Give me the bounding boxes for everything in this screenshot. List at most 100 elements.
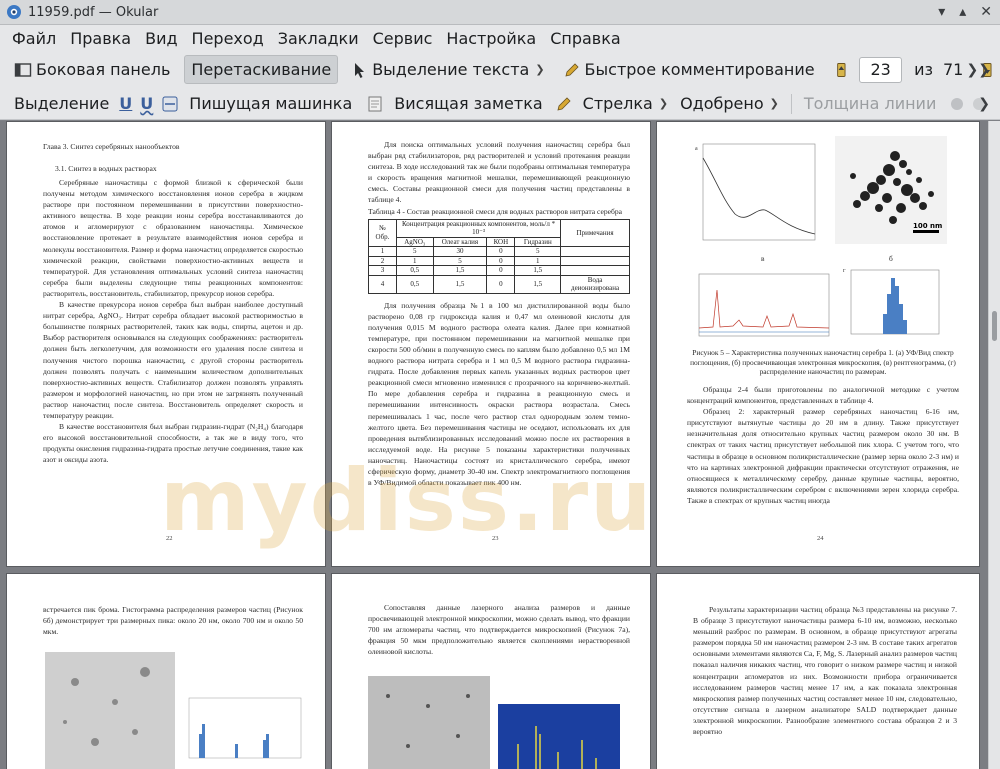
eds-spectrum-figure: [498, 704, 620, 769]
highlight-button[interactable]: Выделение: [8, 90, 115, 117]
pdf-page-23: Для поиска оптимальных условий получения…: [331, 121, 651, 567]
pointer-icon: [355, 62, 365, 78]
paragraph: В качестве прекурсора ионов серебра был …: [43, 300, 303, 420]
pdf-page-27: Результаты характеризации частиц образца…: [656, 573, 980, 769]
size-histogram-figure: [188, 697, 302, 759]
drag-mode-button[interactable]: Перетаскивание: [184, 55, 339, 84]
menu-bookmarks[interactable]: Закладки: [271, 29, 366, 48]
arrow-tool-button[interactable]: Стрелка ❯: [577, 90, 674, 117]
text-select-button[interactable]: Выделение текста ❯: [344, 56, 550, 83]
table-title: Таблица 4 - Состав реакционной смеси для…: [368, 206, 623, 216]
menu-go[interactable]: Переход: [185, 29, 271, 48]
main-toolbar: Боковая панель Перетаскивание Выделение …: [0, 51, 1000, 88]
section-heading: 3.1. Синтез в водных растворах: [55, 164, 157, 173]
table-header: Гидразин: [514, 236, 562, 248]
table-row: 3 0,5 1,5 0 1,5: [368, 265, 630, 276]
scrollbar-thumb[interactable]: [992, 311, 997, 341]
size-distribution-figure: г: [843, 268, 940, 335]
menu-settings[interactable]: Настройка: [439, 29, 543, 48]
okular-app-icon: [7, 5, 21, 19]
table-cell: 0: [486, 246, 516, 257]
composition-table: № Обр. Концентрация реакционных компонен…: [368, 218, 630, 294]
sidebar-button[interactable]: Боковая панель: [8, 56, 176, 83]
menu-view[interactable]: Вид: [138, 29, 184, 48]
page-number: 23: [492, 535, 499, 542]
stamp-button[interactable]: Одобрено ❯: [674, 90, 785, 117]
menu-edit[interactable]: Правка: [63, 29, 138, 48]
window-title: 11959.pdf — Okular: [28, 4, 159, 20]
annotation-toolbar: Выделение U U Пишущая машинка Висящая за…: [0, 88, 1000, 120]
table-cell: Вода деионизирована: [560, 274, 630, 294]
menubar: Файл Правка Вид Переход Закладки Сервис …: [0, 25, 1000, 51]
squiggle-underline-icon[interactable]: U: [136, 94, 157, 113]
table-cell: 0: [486, 265, 516, 276]
table-row: 4 0,5 1,5 0 1,5 Вода деионизирована: [368, 274, 630, 294]
paragraph: встречается пик брома. Гистограмма распр…: [43, 605, 303, 637]
figure-label-a: а: [695, 146, 698, 152]
minimize-icon[interactable]: ▾: [938, 4, 945, 20]
table-cell: 5: [395, 246, 434, 257]
paragraph: В качестве восстановителя был выбран гид…: [43, 422, 303, 465]
typewriter-label: Пишущая машинка: [189, 94, 353, 113]
pdf-page-25: встречается пик брома. Гистограмма распр…: [6, 573, 326, 769]
maximize-icon[interactable]: ▴: [959, 4, 966, 20]
paragraph: Образцы 2-4 были приготовлены по аналоги…: [687, 385, 959, 406]
page-number: 22: [166, 535, 173, 542]
table-cell: 3: [368, 265, 397, 276]
table-cell: 1,5: [432, 274, 488, 294]
sticky-note-button[interactable]: Висящая заметка: [388, 90, 548, 117]
table-cell: 5: [514, 246, 562, 257]
strikeout-icon[interactable]: [161, 95, 179, 113]
menu-help[interactable]: Справка: [543, 29, 628, 48]
table-cell: [560, 255, 630, 267]
tem-image-figure: [368, 676, 490, 769]
menu-file[interactable]: Файл: [5, 29, 63, 48]
page-number: 24: [817, 535, 824, 542]
table-cell: 1: [514, 255, 562, 267]
quick-comment-label: Быстрое комментирование: [584, 60, 815, 79]
pdf-page-26: Сопоставляя данные лазерного анализа раз…: [331, 573, 651, 769]
color-picker-icon[interactable]: [948, 95, 966, 113]
stamp-label: Одобрено: [680, 94, 764, 113]
chevron-down-icon[interactable]: ❯: [659, 97, 668, 110]
figure-label-g: г: [843, 268, 846, 274]
page-total-label: 71: [942, 60, 964, 79]
table-row: 1 5 30 0 5: [368, 246, 630, 257]
tem-image-figure: 100 nm: [835, 136, 947, 244]
drag-mode-label: Перетаскивание: [191, 60, 332, 79]
quick-comment-button[interactable]: Быстрое комментирование: [557, 56, 821, 83]
table-header: КОН: [486, 236, 516, 248]
paragraph: Сопоставляя данные лазерного анализа раз…: [368, 603, 630, 657]
table-cell: 1,5: [514, 265, 562, 276]
overflow-menu-icon[interactable]: ❯: [978, 96, 990, 112]
chevron-down-icon[interactable]: ❯: [770, 97, 779, 110]
scale-bar-label: 100 nm: [913, 222, 942, 230]
table-cell: [560, 246, 630, 257]
overflow-menu-icon[interactable]: ❯❯: [967, 62, 990, 78]
table-cell: [560, 265, 630, 276]
typewriter-button[interactable]: Пишущая машинка: [183, 90, 358, 117]
pdf-page-24: а 100 nm в б г Рисунок 5 – Характеристик…: [656, 121, 980, 567]
menu-tools[interactable]: Сервис: [366, 29, 440, 48]
page-number-input[interactable]: 23: [859, 56, 903, 83]
line-width-label: Толщина линии: [803, 94, 937, 113]
pen-icon: [564, 62, 579, 77]
table-cell: 1: [368, 246, 397, 257]
document-viewport[interactable]: Глава 3. Синтез серебряных нанообъектов …: [0, 121, 988, 769]
table-cell: 0: [486, 255, 516, 267]
table-cell: 30: [432, 246, 488, 257]
close-icon[interactable]: ✕: [980, 4, 992, 20]
xrd-pattern-figure: [698, 273, 830, 337]
vertical-scrollbar[interactable]: [988, 121, 1000, 769]
chevron-down-icon[interactable]: ❯: [535, 63, 544, 76]
sticky-note-label: Висящая заметка: [394, 94, 543, 113]
table-cell: 5: [432, 255, 488, 267]
line-width-button[interactable]: Толщина линии: [798, 90, 943, 117]
paragraph: Результаты характеризации частиц образца…: [693, 605, 957, 737]
paragraph: Серебряные наночастицы с формой близкой …: [43, 178, 303, 298]
paragraph: Для поиска оптимальных условий получения…: [368, 140, 630, 205]
table-cell: 0: [486, 274, 516, 294]
table-cell: 1: [395, 255, 434, 267]
previous-page-icon[interactable]: [833, 61, 850, 79]
underline-icon[interactable]: U: [115, 94, 136, 113]
